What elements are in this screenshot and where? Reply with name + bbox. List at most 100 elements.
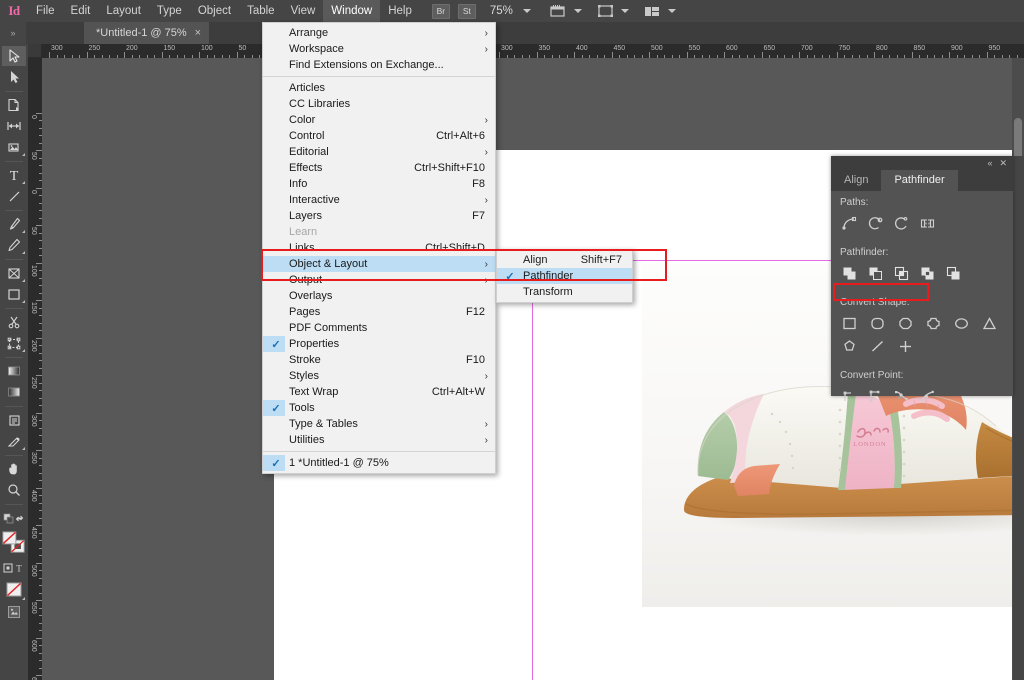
content-collector-tool[interactable] xyxy=(2,137,26,157)
window-menu-item-object-layout[interactable]: Object & Layout › xyxy=(263,256,495,272)
corner-point-icon[interactable] xyxy=(866,387,885,406)
ruler-origin-corner[interactable] xyxy=(28,44,42,58)
close-icon[interactable]: × xyxy=(195,27,201,39)
gap-tool[interactable] xyxy=(2,116,26,136)
submenu-item-pathfinder[interactable]: ✓ Pathfinder xyxy=(497,268,632,284)
pathfinder-panel[interactable]: « ✕ AlignPathfinder Paths: Pathfinder: xyxy=(831,156,1013,402)
exclude-overlap-icon[interactable] xyxy=(918,264,937,283)
window-menu-item-control[interactable]: Control Ctrl+Alt+6 xyxy=(263,128,495,144)
add-shape-icon[interactable] xyxy=(840,264,859,283)
convert-rounded-rectangle-icon[interactable] xyxy=(868,314,887,333)
selection-tool[interactable] xyxy=(2,46,26,66)
collapse-panel-icon[interactable]: « xyxy=(987,158,992,168)
gradient-swatch-tool[interactable] xyxy=(2,361,26,381)
intersect-shape-icon[interactable] xyxy=(892,264,911,283)
scissors-tool[interactable] xyxy=(2,312,26,332)
zoom-level-value[interactable]: 75% xyxy=(490,5,513,17)
tab-align[interactable]: Align xyxy=(831,170,881,191)
window-menu-item-overlays[interactable]: Overlays xyxy=(263,288,495,304)
pencil-tool[interactable] xyxy=(2,235,26,255)
window-menu-item-styles[interactable]: Styles › xyxy=(263,368,495,384)
plain-point-icon[interactable] xyxy=(840,387,859,406)
bridge-button[interactable]: Br xyxy=(431,3,450,19)
expand-panels-icon[interactable]: » xyxy=(0,22,26,44)
menu-help[interactable]: Help xyxy=(380,0,420,22)
close-icon[interactable]: ✕ xyxy=(999,158,1007,169)
window-menu-item-properties[interactable]: ✓ Properties xyxy=(263,336,495,352)
join-path-icon[interactable] xyxy=(840,214,859,233)
rectangle-tool[interactable] xyxy=(2,284,26,304)
submenu-item-transform[interactable]: Transform xyxy=(497,284,632,300)
free-transform-tool[interactable] xyxy=(2,333,26,353)
window-menu-item-layers[interactable]: Layers F7 xyxy=(263,208,495,224)
window-menu-item-pages[interactable]: Pages F12 xyxy=(263,304,495,320)
menu-layout[interactable]: Layout xyxy=(98,0,149,22)
pen-tool[interactable] xyxy=(2,214,26,234)
arrange-documents-chevron-down-icon[interactable] xyxy=(667,9,676,13)
menu-edit[interactable]: Edit xyxy=(63,0,99,22)
view-options-icon[interactable] xyxy=(596,4,615,18)
tab-pathfinder[interactable]: Pathfinder xyxy=(881,170,958,191)
view-options-chevron-down-icon[interactable] xyxy=(620,9,629,13)
open-path-icon[interactable] xyxy=(866,214,885,233)
horizontal-ruler[interactable]: 3002502001501005005010015020025030035040… xyxy=(42,44,1024,58)
zoom-tool[interactable] xyxy=(2,480,26,500)
symmetrical-point-icon[interactable] xyxy=(918,387,937,406)
reverse-path-icon[interactable] xyxy=(918,214,937,233)
window-menu-item-stroke[interactable]: Stroke F10 xyxy=(263,352,495,368)
convert-beveled-rectangle-icon[interactable] xyxy=(896,314,915,333)
window-menu-item-links[interactable]: Links Ctrl+Shift+D xyxy=(263,240,495,256)
menu-object[interactable]: Object xyxy=(190,0,239,22)
window-menu-item-interactive[interactable]: Interactive › xyxy=(263,192,495,208)
window-menu-item-workspace[interactable]: Workspace › xyxy=(263,41,495,57)
apply-none-swatch[interactable] xyxy=(2,579,26,601)
window-menu-item-info[interactable]: Info F8 xyxy=(263,176,495,192)
document-tab[interactable]: *Untitled-1 @ 75% × xyxy=(84,22,210,44)
window-menu-dropdown[interactable]: Arrange › Workspace › Find Extensions on Exc… xyxy=(262,22,496,474)
convert-line-icon[interactable] xyxy=(868,337,887,356)
menu-window[interactable]: Window xyxy=(323,0,381,22)
convert-triangle-icon[interactable] xyxy=(980,314,999,333)
window-menu-item-pdf-comments[interactable]: PDF Comments xyxy=(263,320,495,336)
zoom-dropdown-chevron-down-icon[interactable] xyxy=(522,9,531,13)
gradient-feather-tool[interactable] xyxy=(2,382,26,402)
convert-orthogonal-line-icon[interactable] xyxy=(896,337,915,356)
convert-rectangle-icon[interactable] xyxy=(840,314,859,333)
direct-selection-tool[interactable] xyxy=(2,67,26,87)
convert-inverse-rounded-rectangle-icon[interactable] xyxy=(924,314,943,333)
subtract-shape-icon[interactable] xyxy=(866,264,885,283)
window-menu-item-effects[interactable]: Effects Ctrl+Shift+F10 xyxy=(263,160,495,176)
convert-ellipse-icon[interactable] xyxy=(952,314,971,333)
screen-mode-icon[interactable] xyxy=(549,4,568,18)
line-tool[interactable] xyxy=(2,186,26,206)
page-tool[interactable] xyxy=(2,95,26,115)
hand-tool[interactable] xyxy=(2,459,26,479)
submenu-item-align[interactable]: Align Shift+F7 xyxy=(497,252,632,268)
normal-view-mode-icon[interactable] xyxy=(2,602,26,622)
arrange-documents-icon[interactable] xyxy=(643,4,662,18)
menu-type[interactable]: Type xyxy=(149,0,190,22)
menu-table[interactable]: Table xyxy=(239,0,283,22)
window-menu-item-articles[interactable]: Articles xyxy=(263,80,495,96)
close-path-icon[interactable] xyxy=(892,214,911,233)
window-menu-item-output[interactable]: Output › xyxy=(263,272,495,288)
note-tool[interactable] xyxy=(2,410,26,430)
window-menu-item-type-tables[interactable]: Type & Tables › xyxy=(263,416,495,432)
formatting-affects-container-icon[interactable] xyxy=(2,508,26,528)
menu-file[interactable]: File xyxy=(28,0,63,22)
screen-mode-chevron-down-icon[interactable] xyxy=(573,9,582,13)
window-menu-item-cc-libraries[interactable]: CC Libraries xyxy=(263,96,495,112)
stock-button[interactable]: St xyxy=(457,3,476,19)
fill-stroke-swatch[interactable] xyxy=(2,529,26,557)
type-tool[interactable]: T xyxy=(2,165,26,185)
window-menu-item-text-wrap[interactable]: Text Wrap Ctrl+Alt+W xyxy=(263,384,495,400)
convert-polygon-icon[interactable] xyxy=(840,337,859,356)
menu-view[interactable]: View xyxy=(283,0,324,22)
object-and-layout-submenu[interactable]: Align Shift+F7 ✓ Pathfinder Transform xyxy=(496,249,633,303)
pathfinder-panel-tabs[interactable]: Align Pathfinder xyxy=(831,170,1013,191)
window-menu-item-editorial[interactable]: Editorial › xyxy=(263,144,495,160)
collapsed-panel-dock[interactable] xyxy=(1013,156,1024,680)
frame-tool[interactable] xyxy=(2,263,26,283)
color-theme-tool[interactable] xyxy=(2,431,26,451)
minus-back-icon[interactable] xyxy=(944,264,963,283)
